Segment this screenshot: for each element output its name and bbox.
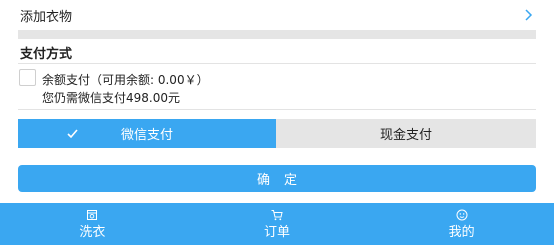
tab-wechat-pay-label: 微信支付 (120, 128, 173, 143)
section-separator (18, 30, 536, 39)
remaining-wechat-amount: 您仍需微信支付498.00元 (42, 91, 180, 105)
divider (18, 109, 536, 110)
chevron-right-icon (525, 9, 533, 21)
bottom-nav: 洗衣 订单 我的 (0, 203, 554, 245)
payment-page: 添加衣物 支付方式 余额支付（可用余额: 0.00￥） 您仍需微信支付498.0… (0, 0, 554, 245)
balance-checkbox[interactable] (19, 69, 36, 86)
check-icon (67, 129, 78, 139)
nav-label-profile: 我的 (448, 225, 475, 240)
nav-label-laundry: 洗衣 (79, 225, 106, 240)
add-clothes-row[interactable]: 添加衣物 (0, 0, 554, 30)
cart-icon (271, 210, 283, 221)
nav-item-laundry[interactable]: 洗衣 (0, 203, 185, 245)
laundry-icon (87, 210, 98, 220)
profile-icon (456, 209, 468, 221)
payment-method-tabs: 微信支付 现金支付 (18, 119, 536, 148)
nav-item-orders[interactable]: 订单 (185, 203, 370, 245)
payment-section-title: 支付方式 (20, 47, 73, 62)
confirm-button[interactable]: 确定 (18, 165, 536, 192)
tab-cash-pay[interactable]: 现金支付 (276, 119, 536, 148)
add-clothes-label: 添加衣物 (20, 9, 73, 25)
tab-wechat-pay[interactable]: 微信支付 (18, 119, 276, 148)
divider (18, 63, 536, 64)
nav-item-profile[interactable]: 我的 (369, 203, 554, 245)
tab-cash-pay-label: 现金支付 (379, 128, 432, 143)
nav-label-orders: 订单 (264, 225, 291, 240)
balance-payment-row[interactable]: 余额支付（可用余额: 0.00￥） 您仍需微信支付498.00元 (18, 68, 536, 108)
balance-payment-label: 余额支付（可用余额: 0.00￥） (42, 73, 209, 87)
